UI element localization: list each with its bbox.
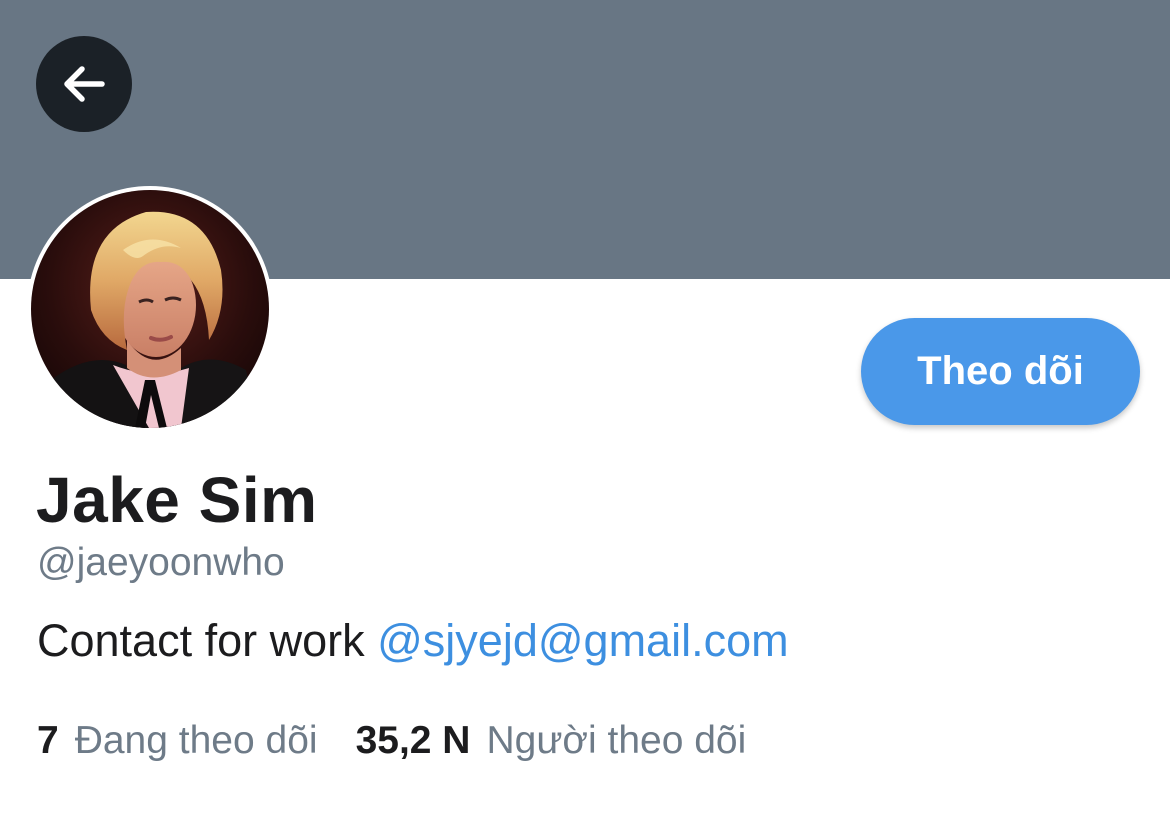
profile-stats: 7 Đang theo dõi 35,2 N Người theo dõi [37, 718, 746, 764]
back-button[interactable] [36, 36, 132, 132]
following-count: 7 [37, 719, 59, 762]
username-handle: @jaeyoonwho [37, 541, 285, 584]
avatar[interactable] [27, 186, 273, 432]
followers-count: 35,2 N [355, 719, 471, 762]
followers-label: Người theo dõi [486, 719, 747, 762]
following-label: Đang theo dõi [74, 719, 318, 762]
profile-page: Theo dõi Jake Sim @jaeyoonwho Contact fo… [0, 0, 1170, 827]
bio-text: Contact for work [37, 615, 378, 666]
display-name: Jake Sim [36, 464, 318, 536]
arrow-left-icon [64, 66, 105, 102]
avatar-image [31, 190, 269, 428]
bio-email-link[interactable]: @sjyejd@gmail.com [377, 615, 788, 666]
followers-stat[interactable]: 35,2 N Người theo dõi [356, 718, 747, 764]
follow-button[interactable]: Theo dõi [861, 318, 1140, 425]
profile-bio: Contact for work @sjyejd@gmail.com [37, 615, 789, 667]
following-stat[interactable]: 7 Đang theo dõi [37, 718, 318, 764]
